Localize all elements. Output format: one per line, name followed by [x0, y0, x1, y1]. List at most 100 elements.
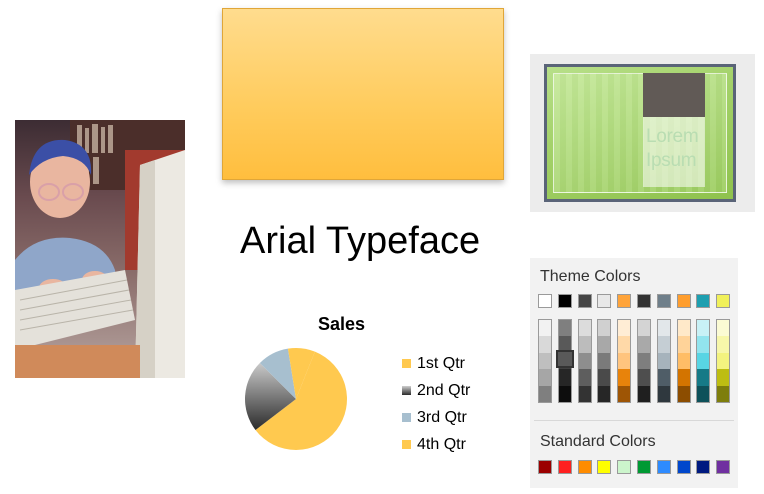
photo-illustration: [15, 120, 185, 378]
desk: [15, 345, 140, 378]
theme-color-shade[interactable]: [717, 385, 730, 402]
theme-color-swatch[interactable]: [617, 294, 632, 308]
theme-color-shade[interactable]: [539, 385, 551, 402]
legend-label: 3rd Qtr: [417, 408, 467, 426]
orange-shape-sample: [222, 8, 504, 180]
theme-color-shade[interactable]: [717, 336, 730, 353]
theme-color-shade[interactable]: [697, 385, 710, 402]
thumbnail-dark-block: [643, 73, 705, 117]
theme-colors-heading: Theme Colors: [540, 268, 641, 285]
theme-color-column: [617, 319, 632, 403]
standard-color-swatch[interactable]: [696, 460, 711, 474]
theme-color-shade[interactable]: [638, 385, 650, 402]
theme-color-shade[interactable]: [558, 320, 571, 337]
theme-color-shade[interactable]: [677, 369, 690, 386]
theme-color-swatch[interactable]: [637, 294, 651, 308]
theme-color-shade[interactable]: [618, 369, 631, 386]
theme-color-shade[interactable]: [657, 352, 670, 370]
theme-color-shade[interactable]: [717, 352, 730, 370]
thumbnail-text-line1: Lorem: [646, 126, 699, 147]
theme-color-swatch[interactable]: [696, 294, 711, 308]
theme-color-shade[interactable]: [657, 369, 670, 386]
theme-color-shade[interactable]: [677, 352, 690, 370]
theme-color-shade[interactable]: [578, 336, 591, 353]
thumbnail-slide: Lorem Ipsum: [544, 64, 736, 202]
theme-color-swatch[interactable]: [716, 294, 731, 308]
theme-color-shade[interactable]: [677, 385, 690, 402]
theme-color-shade[interactable]: [677, 336, 690, 353]
theme-color-shade[interactable]: [657, 336, 670, 353]
theme-color-shade[interactable]: [717, 320, 730, 337]
theme-color-shade[interactable]: [598, 385, 611, 402]
standard-color-swatch[interactable]: [597, 460, 612, 474]
theme-color-shade[interactable]: [578, 385, 591, 402]
theme-color-shade[interactable]: [638, 320, 650, 337]
chart-title: Sales: [318, 314, 366, 334]
theme-color-shade[interactable]: [717, 369, 730, 386]
theme-color-shade[interactable]: [539, 352, 551, 370]
pie-chart: [245, 348, 347, 450]
theme-color-column: [696, 319, 711, 403]
legend-item: 3rd Qtr: [402, 404, 470, 431]
theme-color-column: [676, 319, 691, 403]
thumbnail-text-line2: Ipsum: [646, 150, 697, 171]
standard-color-swatch[interactable]: [538, 460, 552, 474]
theme-color-column: [597, 319, 612, 403]
theme-thumbnail: Lorem Ipsum: [530, 54, 755, 212]
theme-color-column: [577, 319, 592, 403]
theme-color-shade[interactable]: [697, 320, 710, 337]
theme-color-shade[interactable]: [618, 336, 631, 353]
standard-colors-heading: Standard Colors: [540, 433, 656, 450]
theme-color-swatch[interactable]: [597, 294, 612, 308]
standard-color-swatch[interactable]: [617, 460, 632, 474]
theme-color-shade[interactable]: [677, 320, 690, 337]
theme-color-shade[interactable]: [697, 369, 710, 386]
theme-color-shade[interactable]: [539, 336, 551, 353]
legend-label: 2nd Qtr: [417, 381, 471, 399]
theme-color-shade[interactable]: [638, 352, 650, 370]
theme-color-shade[interactable]: [558, 385, 571, 402]
theme-color-shade[interactable]: [578, 352, 591, 370]
theme-color-shade[interactable]: [697, 336, 710, 353]
theme-color-shade[interactable]: [598, 336, 611, 353]
standard-color-swatch[interactable]: [577, 460, 592, 474]
theme-color-swatch[interactable]: [676, 294, 691, 308]
theme-color-shade[interactable]: [598, 369, 611, 386]
theme-color-shade[interactable]: [618, 320, 631, 337]
theme-color-swatch[interactable]: [557, 294, 572, 308]
standard-color-swatch[interactable]: [557, 460, 572, 474]
child-computer-photo: [15, 120, 185, 378]
thumbnail-text: Lorem Ipsum: [643, 117, 705, 187]
legend-label: 4th Qtr: [417, 435, 466, 453]
legend-item: 4th Qtr: [402, 431, 470, 458]
theme-color-shade[interactable]: [697, 352, 710, 370]
chart-legend: 1st Qtr 2nd Qtr 3rd Qtr 4th Qtr: [402, 350, 470, 458]
theme-color-shade[interactable]: [558, 369, 571, 386]
theme-color-swatch[interactable]: [538, 294, 552, 308]
theme-color-shade[interactable]: [578, 369, 591, 386]
theme-color-shade[interactable]: [578, 320, 591, 337]
standard-color-swatch[interactable]: [716, 460, 731, 474]
theme-color-shade[interactable]: [638, 369, 650, 386]
legend-swatch: [402, 413, 411, 422]
standard-color-swatch[interactable]: [656, 460, 671, 474]
theme-color-shade[interactable]: [598, 352, 611, 370]
theme-color-swatch[interactable]: [656, 294, 671, 308]
standard-color-swatch[interactable]: [637, 460, 651, 474]
theme-color-shade[interactable]: [539, 320, 551, 337]
typeface-sample: Arial Typeface: [240, 220, 481, 262]
theme-color-shade[interactable]: [638, 336, 650, 353]
standard-color-swatch[interactable]: [676, 460, 691, 474]
legend-swatch: [402, 440, 411, 449]
theme-color-shade[interactable]: [657, 385, 670, 402]
selected-color-indicator[interactable]: [556, 350, 574, 368]
theme-color-shade[interactable]: [657, 320, 670, 337]
theme-color-shade[interactable]: [539, 369, 551, 386]
theme-color-shade[interactable]: [598, 320, 611, 337]
legend-item: 1st Qtr: [402, 350, 470, 377]
theme-color-swatch[interactable]: [577, 294, 592, 308]
theme-color-shade[interactable]: [618, 385, 631, 402]
legend-label: 1st Qtr: [417, 354, 466, 372]
picker-separator: [534, 420, 734, 421]
theme-color-shade[interactable]: [618, 352, 631, 370]
